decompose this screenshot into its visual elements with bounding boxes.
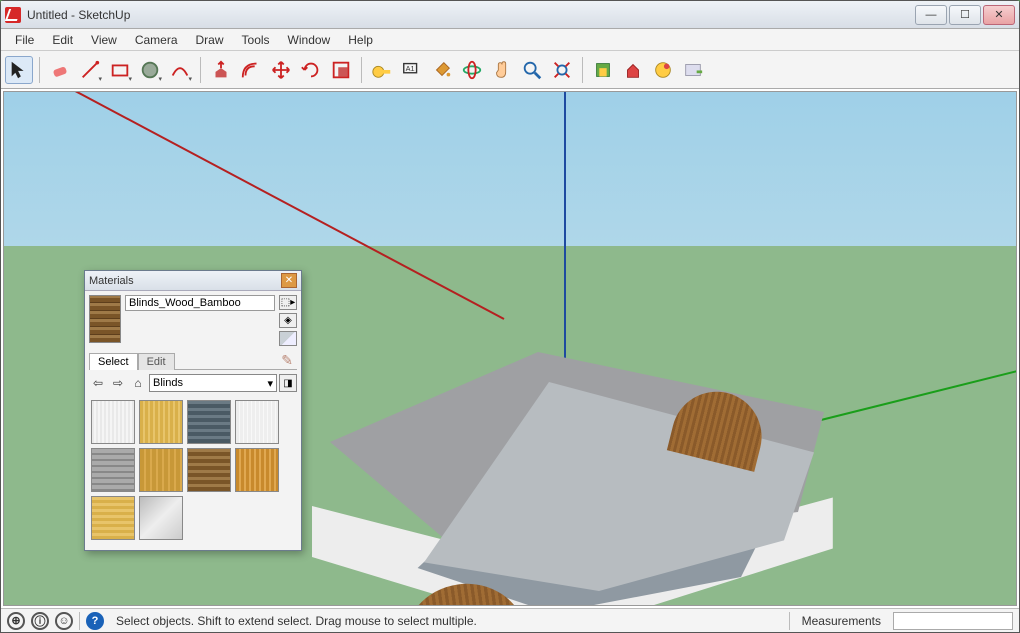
paint-bucket-tool[interactable] [428,56,456,84]
material-swatch[interactable] [235,400,279,444]
tape-measure-tool[interactable] [368,56,396,84]
layers-tool[interactable] [649,56,677,84]
measurements-label: Measurements [796,614,887,628]
minimize-button[interactable]: — [915,5,947,25]
viewport-3d[interactable]: Materials ✕ ⬚▸ ◈ Select Edit ✎ [3,91,1017,606]
menu-draw[interactable]: Draw [188,31,232,49]
material-swatch[interactable] [235,448,279,492]
close-button[interactable]: ✕ [983,5,1015,25]
eyedropper-icon[interactable]: ✎ [281,352,293,369]
display-secondary-pane-button[interactable]: ⬚▸ [279,295,297,310]
menu-help[interactable]: Help [340,31,381,49]
orbit-tool[interactable] [458,56,486,84]
material-name-input[interactable] [125,295,275,311]
model-geometry[interactable] [304,322,864,606]
menu-window[interactable]: Window [280,31,339,49]
pushpull-tool[interactable] [207,56,235,84]
zoom-extents-tool[interactable] [548,56,576,84]
menu-tools[interactable]: Tools [234,31,278,49]
window-title: Untitled - SketchUp [27,8,915,22]
status-hint: Select objects. Shift to extend select. … [110,614,783,628]
separator [200,57,201,83]
menu-edit[interactable]: Edit [44,31,81,49]
material-swatch[interactable] [139,448,183,492]
material-preview-swatch[interactable] [89,295,121,343]
chevron-down-icon: ▾ [267,377,273,390]
app-icon [5,7,21,23]
tab-select[interactable]: Select [89,353,138,370]
material-swatch[interactable] [187,448,231,492]
create-material-button[interactable]: ◈ [279,313,297,328]
statusbar: ⊕ ⓘ ☺ Select objects. Shift to extend se… [1,608,1019,632]
arc-tool[interactable] [166,56,194,84]
tab-edit[interactable]: Edit [138,353,175,370]
credits-icon[interactable]: ⓘ [31,612,49,630]
material-swatch[interactable] [91,400,135,444]
svg-text:A1: A1 [406,63,415,72]
zoom-tool[interactable] [518,56,546,84]
nav-back-button[interactable]: ⇦ [89,374,107,392]
outliner-tool[interactable] [679,56,707,84]
menu-file[interactable]: File [7,31,42,49]
collection-dropdown[interactable]: Blinds ▾ [149,374,277,392]
separator [361,57,362,83]
nav-forward-button[interactable]: ⇨ [109,374,127,392]
collection-dropdown-label: Blinds [153,377,183,389]
menu-view[interactable]: View [83,31,125,49]
material-swatch[interactable] [139,496,183,540]
select-tool[interactable] [5,56,33,84]
user-icon[interactable]: ☺ [55,612,73,630]
scale-tool[interactable] [327,56,355,84]
separator [79,612,80,630]
pan-tool[interactable] [488,56,516,84]
details-menu-button[interactable]: ◨ [279,374,297,392]
default-material-swatch[interactable] [279,331,297,346]
material-swatch-grid [85,396,301,550]
move-tool[interactable] [267,56,295,84]
eraser-tool[interactable] [46,56,74,84]
rotate-tool[interactable] [297,56,325,84]
warehouse-tool[interactable] [589,56,617,84]
separator [582,57,583,83]
circle-tool[interactable] [136,56,164,84]
rectangle-tool[interactable] [106,56,134,84]
offset-tool[interactable] [237,56,265,84]
nav-home-button[interactable]: ⌂ [129,374,147,392]
toolbar: A1 [1,51,1019,89]
extension-warehouse-tool[interactable] [619,56,647,84]
materials-panel-title: Materials [89,275,281,287]
titlebar: Untitled - SketchUp — ☐ ✕ [1,1,1019,29]
line-tool[interactable] [76,56,104,84]
materials-panel-titlebar[interactable]: Materials ✕ [85,271,301,291]
material-swatch[interactable] [91,448,135,492]
material-swatch[interactable] [139,400,183,444]
maximize-button[interactable]: ☐ [949,5,981,25]
text-tool[interactable]: A1 [398,56,426,84]
menu-camera[interactable]: Camera [127,31,186,49]
materials-panel[interactable]: Materials ✕ ⬚▸ ◈ Select Edit ✎ [84,270,302,551]
help-icon[interactable] [86,612,104,630]
geo-location-icon[interactable]: ⊕ [7,612,25,630]
materials-panel-close-button[interactable]: ✕ [281,273,297,288]
menubar: File Edit View Camera Draw Tools Window … [1,29,1019,51]
separator [789,612,790,630]
separator [39,57,40,83]
app-window: Untitled - SketchUp — ☐ ✕ File Edit View… [0,0,1020,633]
material-swatch[interactable] [91,496,135,540]
measurements-input[interactable] [893,612,1013,630]
material-swatch[interactable] [187,400,231,444]
